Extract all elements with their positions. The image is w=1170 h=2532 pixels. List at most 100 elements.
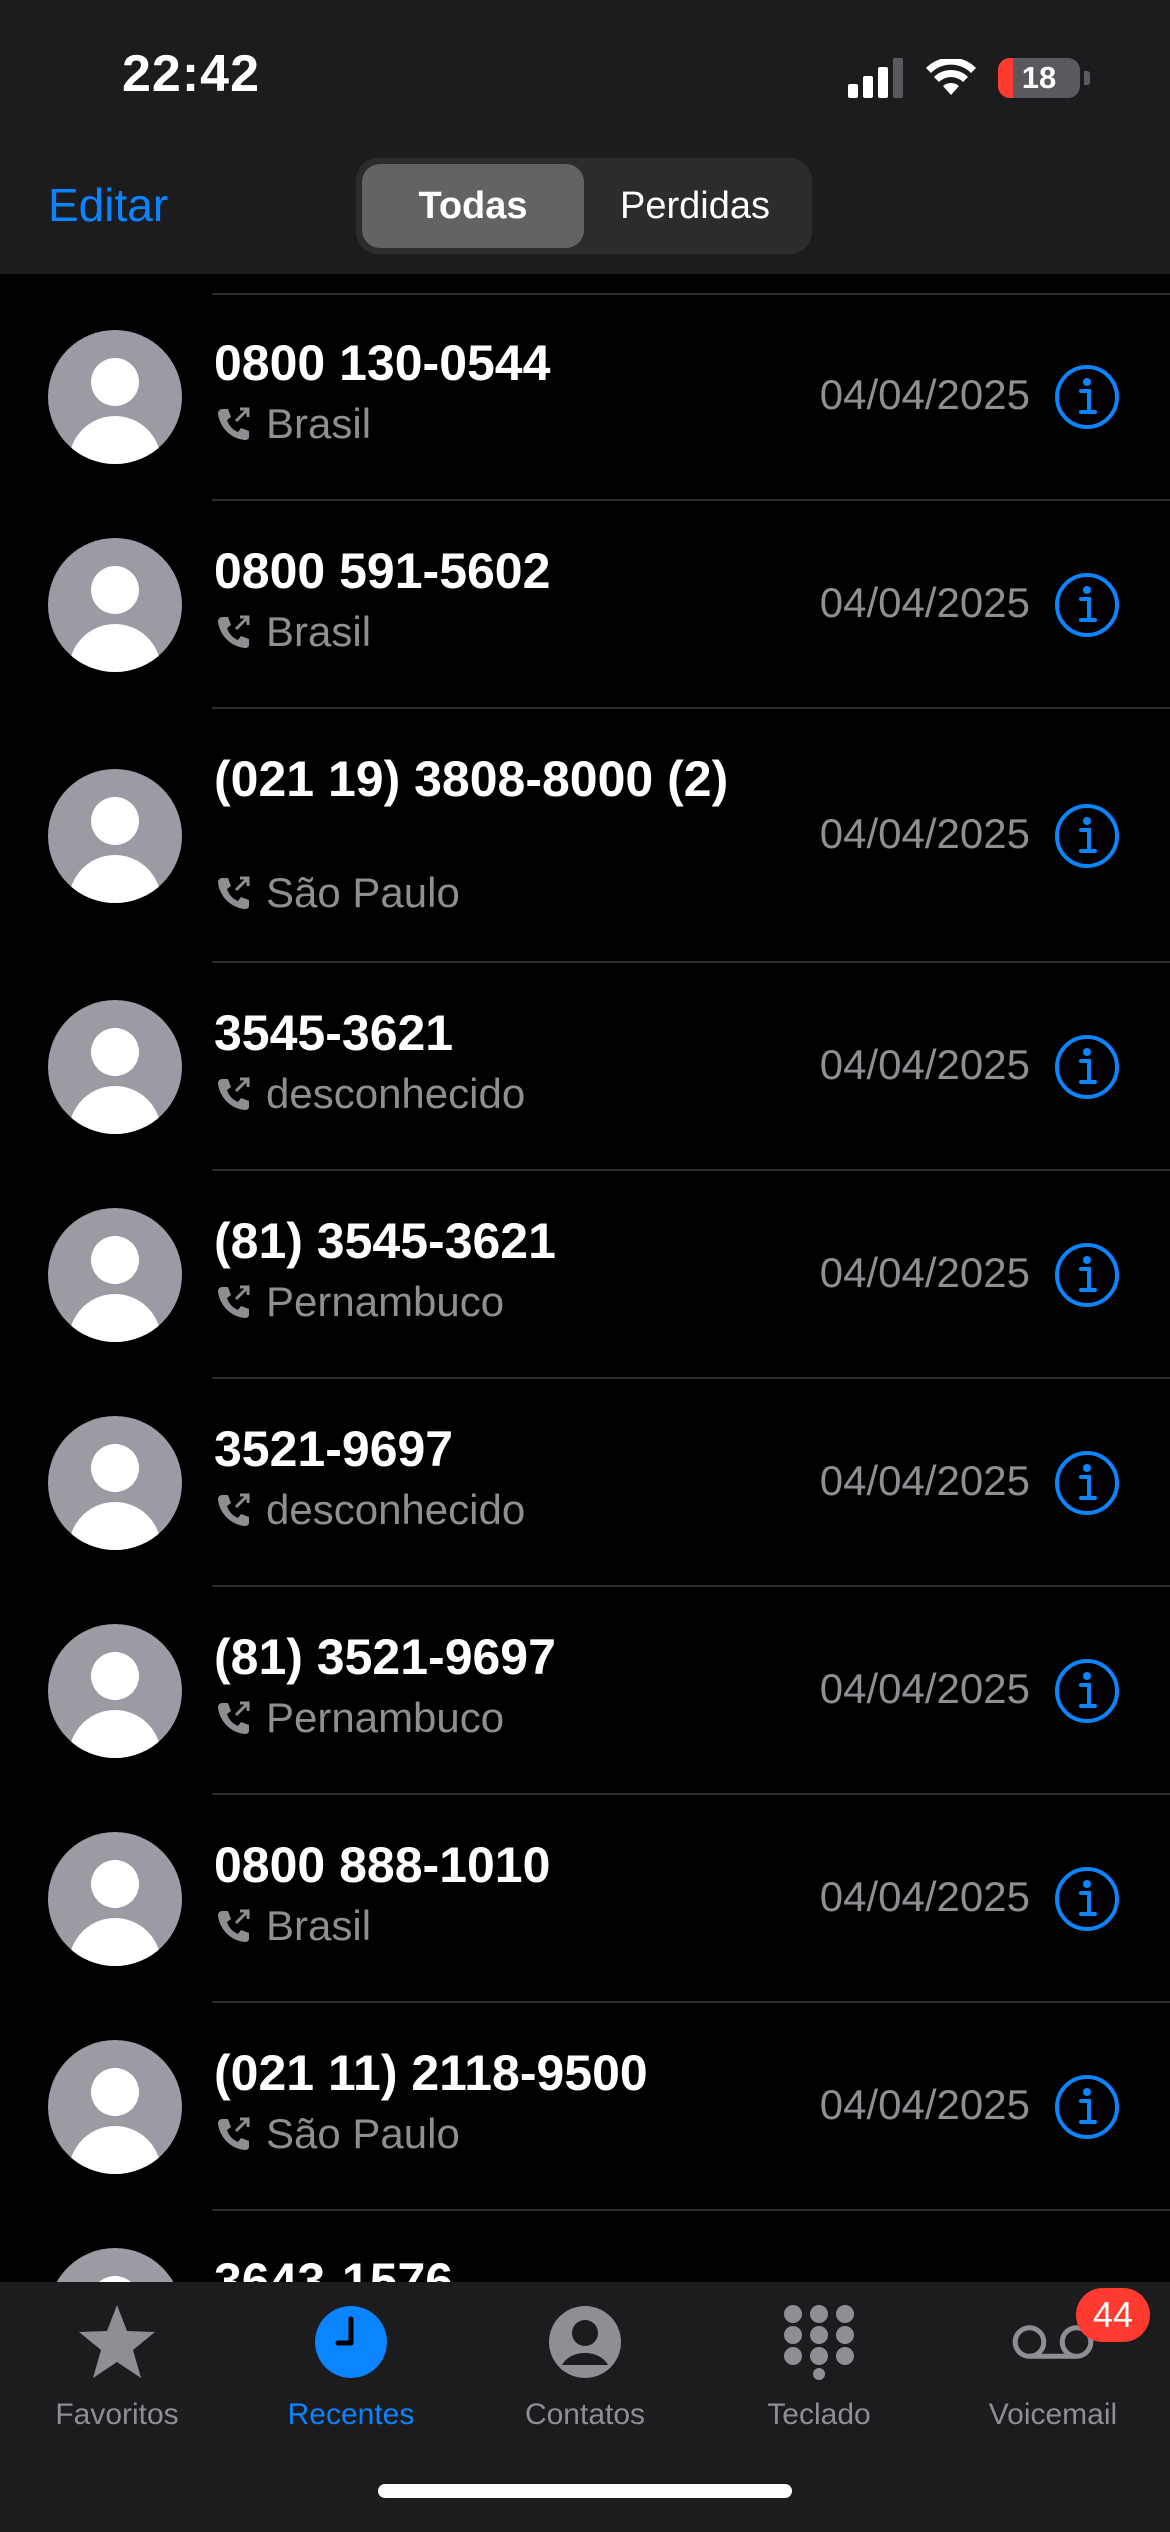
battery-cap <box>1084 71 1090 85</box>
avatar-body <box>69 1918 161 1966</box>
call-row[interactable]: 3643-1576 <box>0 2211 1170 2283</box>
call-number: (021 19) 3808-8000 (2) <box>214 751 729 807</box>
tab-label: Voicemail <box>988 2398 1118 2431</box>
outgoing-call-icon <box>218 1493 250 1526</box>
call-location: Pernambuco <box>214 1278 504 1326</box>
call-row[interactable]: (81) 3545-3621 Pernambuco 04/04/2025 <box>0 1171 1170 1379</box>
call-row[interactable]: 0800 888-1010 Brasil 04/04/2025 <box>0 1795 1170 2003</box>
avatar-body <box>69 1294 161 1342</box>
segment-missed[interactable]: Perdidas <box>584 164 806 248</box>
call-number: 3521-9697 <box>214 1421 454 1477</box>
avatar-body <box>69 416 161 464</box>
cellular-signal-icon <box>848 58 903 98</box>
avatar <box>48 769 182 903</box>
info-icon[interactable] <box>1054 2074 1120 2140</box>
call-location-label: Pernambuco <box>266 1694 505 1741</box>
call-location: Brasil <box>214 608 371 656</box>
outgoing-call-icon <box>218 407 250 440</box>
recent-calls-list[interactable]: 0800 130-0544 Brasil 04/04/2025 0800 591-56… <box>0 293 1170 2283</box>
avatar <box>48 1208 182 1342</box>
info-icon[interactable] <box>1054 1242 1120 1308</box>
avatar-body <box>69 855 161 903</box>
call-location-label: São Paulo <box>266 2110 460 2157</box>
call-location: Brasil <box>214 1902 371 1950</box>
info-icon[interactable] <box>1054 1450 1120 1516</box>
call-location-label: desconhecido <box>266 1070 526 1117</box>
avatar-body <box>69 1086 161 1134</box>
call-row[interactable]: 0800 591-5602 Brasil 04/04/2025 <box>0 501 1170 709</box>
call-row[interactable]: (81) 3521-9697 Pernambuco 04/04/2025 <box>0 1587 1170 1795</box>
call-row[interactable]: 3521-9697 desconhecido 04/04/2025 <box>0 1379 1170 1587</box>
avatar-head <box>91 1860 139 1908</box>
call-number: (021 11) 2118-9500 <box>214 2045 648 2101</box>
call-row[interactable]: (021 19) 3808-8000 (2) São Paulo 04/04/202… <box>0 709 1170 963</box>
tab-label: Favoritos <box>55 2398 179 2431</box>
tab-contatos[interactable]: Contatos <box>468 2300 702 2450</box>
info-icon[interactable] <box>1054 572 1120 638</box>
call-location: São Paulo <box>214 2110 460 2158</box>
call-location-label: São Paulo <box>266 869 460 916</box>
call-date: 04/04/2025 <box>819 1665 1030 1712</box>
tab-label: Teclado <box>767 2398 871 2431</box>
call-number: 0800 130-0544 <box>214 335 551 391</box>
avatar <box>48 1624 182 1758</box>
battery-level-fill <box>998 58 1013 98</box>
avatar <box>48 1000 182 1134</box>
avatar-head <box>91 2068 139 2116</box>
call-date: 04/04/2025 <box>819 1457 1030 1504</box>
info-icon[interactable] <box>1054 1658 1120 1724</box>
avatar <box>48 538 182 672</box>
call-location-label: desconhecido <box>266 1486 526 1533</box>
keypad-icon <box>777 2300 861 2384</box>
avatar-head <box>91 1444 139 1492</box>
avatar-body <box>69 2126 161 2174</box>
info-icon[interactable] <box>1054 1034 1120 1100</box>
call-row[interactable]: 3545-3621 desconhecido 04/04/2025 <box>0 963 1170 1171</box>
call-date: 04/04/2025 <box>819 2081 1030 2128</box>
avatar-head <box>91 566 139 614</box>
outgoing-call-icon <box>218 876 250 909</box>
info-icon[interactable] <box>1054 364 1120 430</box>
outgoing-call-icon <box>218 615 250 648</box>
voicemail-badge: 44 <box>1076 2288 1150 2342</box>
call-date: 04/04/2025 <box>819 579 1030 626</box>
call-row[interactable]: 0800 130-0544 Brasil 04/04/2025 <box>0 293 1170 501</box>
star-icon <box>75 2300 159 2384</box>
call-date: 04/04/2025 <box>819 371 1030 418</box>
wifi-icon <box>926 59 976 95</box>
filter-segmented-control: Todas Perdidas <box>356 158 812 254</box>
tab-label: Contatos <box>524 2398 646 2431</box>
call-location: Pernambuco <box>214 1694 504 1742</box>
call-number: 3545-3621 <box>214 1005 454 1061</box>
call-date: 04/04/2025 <box>819 810 1030 857</box>
call-location-label: Brasil <box>266 400 372 447</box>
avatar <box>48 2248 182 2283</box>
top-bar: 22:42 18 Editar Todas Perdidas <box>0 0 1170 274</box>
info-icon[interactable] <box>1054 803 1120 869</box>
avatar <box>48 2040 182 2174</box>
avatar <box>48 330 182 464</box>
call-number: (81) 3521-9697 <box>214 1629 556 1685</box>
call-location: Brasil <box>214 400 371 448</box>
home-indicator[interactable] <box>378 2484 792 2498</box>
avatar <box>48 1416 182 1550</box>
call-location-label: Pernambuco <box>266 1278 505 1325</box>
edit-button[interactable]: Editar <box>48 178 168 232</box>
avatar-body <box>69 624 161 672</box>
contact-icon <box>543 2300 627 2384</box>
tab-favoritos[interactable]: Favoritos <box>0 2300 234 2450</box>
avatar-body <box>69 1710 161 1758</box>
call-location-label: Brasil <box>266 608 372 655</box>
tab-recentes[interactable]: Recentes <box>234 2300 468 2450</box>
call-location: desconhecido <box>214 1486 525 1534</box>
call-row[interactable]: (021 11) 2118-9500 São Paulo 04/04/2025 <box>0 2003 1170 2211</box>
info-icon[interactable] <box>1054 1866 1120 1932</box>
avatar-head <box>91 1028 139 1076</box>
avatar-head <box>91 797 139 845</box>
segment-all[interactable]: Todas <box>362 164 584 248</box>
outgoing-call-icon <box>218 1909 250 1942</box>
call-number: 0800 888-1010 <box>214 1837 551 1893</box>
tab-teclado[interactable]: Teclado <box>702 2300 936 2450</box>
outgoing-call-icon <box>218 1701 250 1734</box>
outgoing-call-icon <box>218 2117 250 2150</box>
